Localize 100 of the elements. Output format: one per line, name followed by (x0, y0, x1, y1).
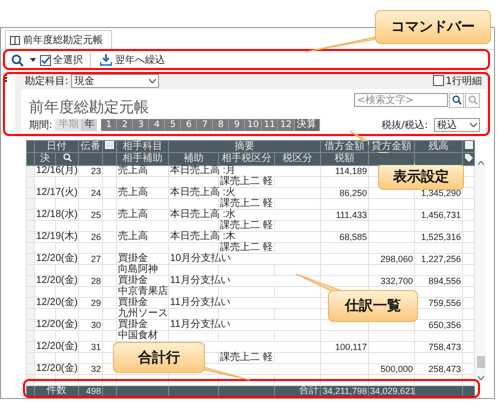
note-icon (105, 141, 114, 149)
date-cell: 12/20(金) (34, 276, 78, 286)
month-button[interactable]: 8 (213, 119, 230, 131)
description-cell: 10月分支払い (168, 254, 321, 264)
column-header: 税区分 (274, 152, 321, 166)
scrollbar[interactable] (475, 161, 486, 380)
sub-account-cell: 中京青果店 (116, 286, 168, 298)
date-cell: 12/20(金) (34, 342, 78, 352)
balance-cell: 1,227,256 (414, 254, 463, 264)
book-icon (10, 36, 20, 44)
account-cell: 買掛金 (116, 320, 168, 330)
voucher-number-cell: 31 (78, 342, 102, 352)
column-header: 借方金額 (320, 140, 369, 152)
total-label: 合計 (274, 386, 321, 396)
scroll-down-icon[interactable] (478, 376, 484, 380)
callout-label: 合計行 (138, 348, 180, 366)
description-cell: 11月分支払い (168, 298, 321, 308)
period-label: 期間: (29, 118, 52, 132)
sub-account-cell: 九州ソース (116, 308, 168, 320)
month-button[interactable]: 2 (117, 119, 134, 131)
checkbox[interactable] (432, 75, 444, 86)
credit-cell: 332,700 (368, 276, 415, 286)
column-header: 相手科目 (116, 140, 168, 152)
search-button[interactable] (449, 92, 464, 108)
callout-label: コマンドバー (391, 18, 475, 36)
account-label: 勘定科目: (25, 74, 68, 88)
detail-label: 1行明細 (446, 74, 482, 88)
tax-dropdown[interactable]: 税込 (434, 118, 480, 132)
voucher-number-cell: 32 (78, 364, 102, 374)
tax-class-cell: 課売上二 軽 (218, 352, 274, 364)
description-cell: 本日売上高 :火 (168, 188, 321, 198)
date-cell: 12/16(月) (34, 166, 78, 176)
scroll-up-icon[interactable] (478, 161, 484, 165)
credit-cell: 298,060 (368, 254, 415, 264)
column-header: 伝番 (78, 140, 102, 152)
month-button[interactable]: 11 (262, 119, 278, 131)
balance-cell: 758,473 (414, 342, 463, 352)
column-header: 摘要 (168, 140, 321, 152)
voucher-number-cell: 25 (78, 210, 102, 220)
month-button[interactable]: 5 (165, 119, 182, 131)
description-cell: 本日売上高 :木 (168, 232, 321, 242)
month-button[interactable]: 3 (133, 119, 150, 131)
account-cell: 買掛金 (116, 298, 168, 308)
search-button[interactable] (9, 54, 26, 66)
tax-class-cell: 課売上二 軽 (218, 176, 274, 188)
document-tab[interactable]: 前年度総勘定元帳 (5, 30, 112, 49)
period-mode-tab[interactable]: 年 (81, 119, 98, 131)
count-label: 件数 (34, 386, 78, 396)
search-field[interactable]: <検索文字> (354, 93, 448, 107)
tab-label: 前年度総勘定元帳 (23, 34, 103, 47)
debit-cell: 111,433 (320, 210, 369, 220)
period-mode-tab[interactable]: 半期 (55, 119, 82, 131)
callout-label: 表示設定 (393, 168, 449, 186)
tax-class-cell: 課売上二 軽 (218, 242, 274, 254)
credit-cell: 500,000 (368, 364, 415, 374)
voucher-number-cell: 26 (78, 232, 102, 242)
month-button[interactable]: 9 (229, 119, 246, 131)
month-button[interactable]: 7 (197, 119, 214, 131)
caret-icon (470, 123, 477, 127)
column-header: 貸方金額 (368, 140, 415, 152)
month-button[interactable]: 4 (149, 119, 166, 131)
description-cell: 11月分支払い (168, 320, 321, 330)
column-header: 税額 (320, 152, 369, 166)
month-button[interactable]: 決算 (294, 119, 320, 131)
debit-cell: 100,117 (320, 342, 369, 352)
balance-cell: 258,473 (414, 364, 463, 374)
search-icon (11, 54, 24, 66)
search-icon (62, 153, 72, 162)
date-cell: 12/18(水) (34, 210, 78, 220)
description-cell: 本日売上高 :月 (168, 166, 321, 176)
dropdown-caret-icon[interactable] (30, 58, 36, 62)
checkbox[interactable] (40, 54, 51, 66)
column-header: 日付 (34, 140, 78, 152)
column-header: 残高 (414, 140, 463, 152)
voucher-number-cell: 24 (78, 188, 102, 198)
account-cell: 売上高 (116, 210, 168, 220)
month-button[interactable]: 10 (245, 119, 262, 131)
description-cell: 本日売上高 :水 (168, 210, 321, 220)
balance-cell: 894,556 (414, 276, 463, 286)
page-icon[interactable] (464, 141, 473, 149)
column-header: 補助 (168, 152, 218, 166)
month-button[interactable]: 6 (181, 119, 198, 131)
voucher-number-cell: 29 (78, 298, 102, 308)
account-dropdown[interactable]: 現金 (71, 74, 160, 88)
select-all-label: 全選択 (53, 54, 83, 67)
scroll-thumb[interactable] (476, 356, 485, 368)
month-button[interactable]: 12 (278, 119, 295, 131)
month-button[interactable]: 1 (101, 119, 118, 131)
carry-forward-button[interactable]: 翌年へ繰込 (98, 53, 167, 67)
date-cell: 12/20(金) (34, 298, 78, 308)
date-cell: 12/20(金) (34, 364, 78, 374)
account-cell: 売上高 (116, 166, 168, 176)
voucher-number-cell: 28 (78, 276, 102, 286)
debit-cell: 86,250 (320, 188, 369, 198)
voucher-number-cell: 30 (78, 320, 102, 330)
column-header: 相手補助 (116, 152, 168, 166)
debit-cell: 114,189 (320, 166, 369, 176)
date-cell: 12/19(木) (34, 232, 78, 242)
callout-label: 仕訳一覧 (345, 297, 401, 315)
voucher-number-cell: 27 (78, 254, 102, 264)
